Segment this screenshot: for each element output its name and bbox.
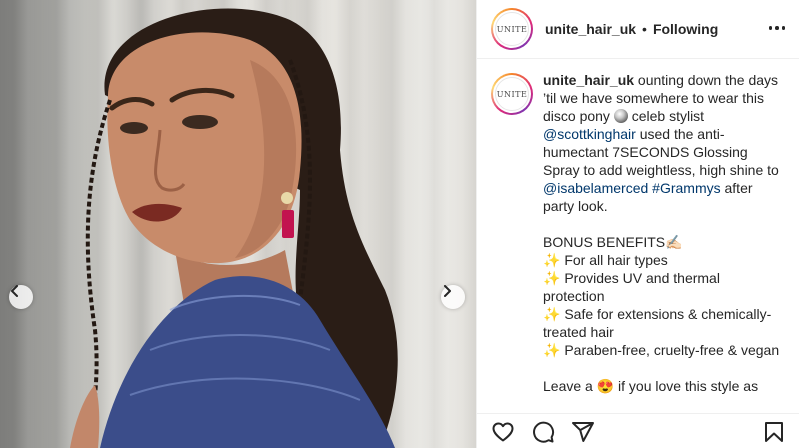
benefit-item: ✨ Safe for extensions & chemically-treat… [543,306,772,340]
post-header: UNITE unite_hair_uk • Following [477,0,799,59]
avatar[interactable]: UNITE [491,8,533,50]
chevron-right-icon [444,285,451,297]
heart-icon[interactable] [491,420,515,444]
caption-closing: Leave a 😍 if you love this style as [543,378,759,394]
benefit-item: ✨ Paraben-free, cruelty-free & vegan [543,342,780,358]
mention-link[interactable]: @scottkinghair [543,126,636,142]
mention-link[interactable]: @isabelamerced [543,180,648,196]
comment-icon[interactable] [531,420,555,444]
post-photo [0,0,476,448]
username-link[interactable]: unite_hair_uk [545,21,636,37]
hashtag-link[interactable]: #Grammys [652,180,720,196]
caption-text: unite_hair_uk ounting down the days ’til… [543,71,783,413]
next-photo-button[interactable] [441,285,465,309]
benefit-item: ✨ Provides UV and thermal protection [543,270,720,304]
brand-logo: UNITE [495,77,529,111]
share-icon[interactable] [571,420,595,444]
caption-avatar[interactable]: UNITE [491,73,533,115]
previous-photo-button[interactable] [9,285,33,309]
chevron-left-icon [11,285,18,297]
disco-ball-icon [613,109,628,123]
following-button[interactable]: Following [653,21,718,37]
portrait-illustration [70,8,398,448]
separator-dot: • [642,21,647,37]
more-options-icon[interactable] [765,16,789,40]
caption-row: UNITE unite_hair_uk ounting down the day… [491,71,785,413]
bonus-heading: BONUS BENEFITS✍🏻 [543,234,683,250]
caption-username-link[interactable]: unite_hair_uk [543,72,634,88]
brand-logo: UNITE [495,12,529,46]
bookmark-icon[interactable] [762,420,786,444]
caption-text-2: celeb stylist [627,108,705,124]
benefit-item: ✨ For all hair types [543,252,668,268]
action-bar [477,413,799,448]
post-side-panel: UNITE unite_hair_uk • Following UNITE un… [476,0,799,448]
caption-area: UNITE unite_hair_uk ounting down the day… [477,59,799,413]
